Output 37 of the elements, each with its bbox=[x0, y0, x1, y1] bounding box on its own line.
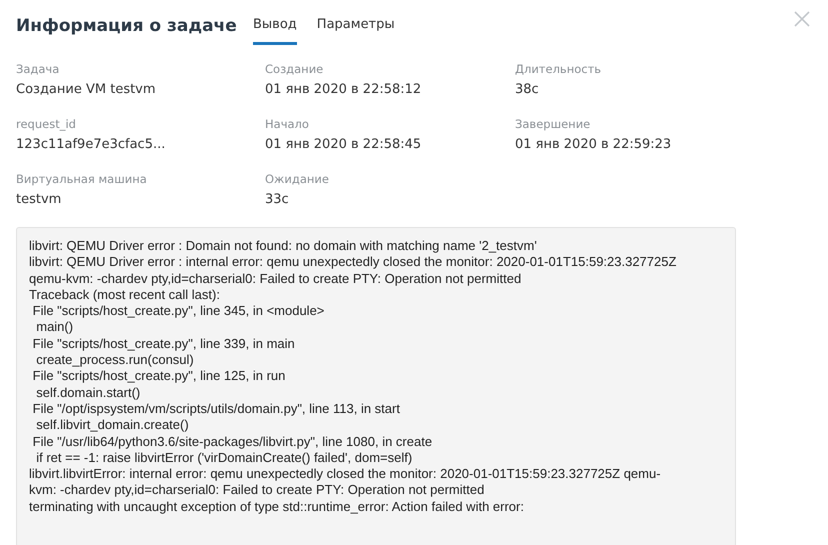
log-line: File "scripts/host_create.py", line 339, in main bbox=[32, 336, 296, 352]
field-value: 01 янв 2020 в 22:58:45 bbox=[265, 137, 422, 152]
field-label: Создание bbox=[265, 62, 324, 76]
tab[interactable]: Параметры bbox=[316, 17, 395, 45]
log-line: File "/usr/lib64/python3.6/site-packages/libvirt.py", line 1080, in create bbox=[32, 434, 434, 450]
close-icon[interactable] bbox=[794, 11, 810, 27]
log-line: qemu-kvm: -chardev pty,id=charserial0: Failed to create PTY: Operation not permitted bbox=[29, 270, 522, 287]
field-label: Начало bbox=[265, 117, 310, 131]
field-label: Задача bbox=[16, 62, 60, 76]
log-line: self.libvirt_domain.create() bbox=[35, 417, 190, 434]
log-line: File "scripts/host_create.py", line 345, in <module> bbox=[32, 303, 326, 320]
field-value: Создание VM testvm bbox=[16, 82, 157, 97]
field-value: 123c11af9e7e3cfac5... bbox=[16, 137, 166, 152]
field-value: 38с bbox=[515, 82, 540, 97]
field-label: Завершение bbox=[515, 117, 592, 131]
log-line: libvirt: QEMU Driver error : Domain not found: no domain with matching name '2_testvm' bbox=[29, 238, 538, 254]
field-value: testvm bbox=[16, 192, 62, 207]
log-line: libvirt: QEMU Driver error : internal error: qemu unexpectedly closed the monitor: 2020-01-01T15:59:23.327725Z bbox=[29, 254, 678, 271]
field-label: Длительность bbox=[515, 62, 602, 76]
log-line: create_process.run(consul) bbox=[35, 352, 195, 368]
log-line: Traceback (most recent call last): bbox=[29, 286, 221, 304]
log-line: self.domain.start() bbox=[35, 384, 142, 401]
field-value: 01 янв 2020 в 22:58:12 bbox=[265, 82, 422, 97]
field-label: Ожидание bbox=[265, 172, 330, 186]
dialog-title: Информация о задаче bbox=[16, 16, 238, 36]
log-line: if ret == -1: raise libvirtError ('virDomainCreate() failed', dom=self) bbox=[35, 450, 414, 466]
field-value: 33с bbox=[265, 192, 290, 207]
log-line: File "scripts/host_create.py", line 125, in run bbox=[32, 368, 286, 385]
field-label: Виртуальная машина bbox=[16, 172, 148, 186]
field-value: 01 янв 2020 в 22:59:23 bbox=[515, 137, 672, 152]
log-line: main() bbox=[35, 319, 74, 336]
log-line: libvirt.libvirtError: internal error: qemu unexpectedly closed the monitor: 2020-01-01T15:59:23.327725Z qemu- bbox=[29, 466, 662, 482]
field-label: request_id bbox=[16, 117, 77, 131]
log-line: terminating with uncaught exception of type std::runtime_error: Action failed with error: bbox=[29, 498, 525, 516]
tab[interactable]: Вывод bbox=[253, 17, 297, 45]
log-line: kvm: -chardev pty,id=charserial0: Failed to create PTY: Operation not permitted bbox=[29, 482, 486, 499]
log-line: File "/opt/ispsystem/vm/scripts/utils/domain.py", line 113, in start bbox=[32, 400, 401, 418]
